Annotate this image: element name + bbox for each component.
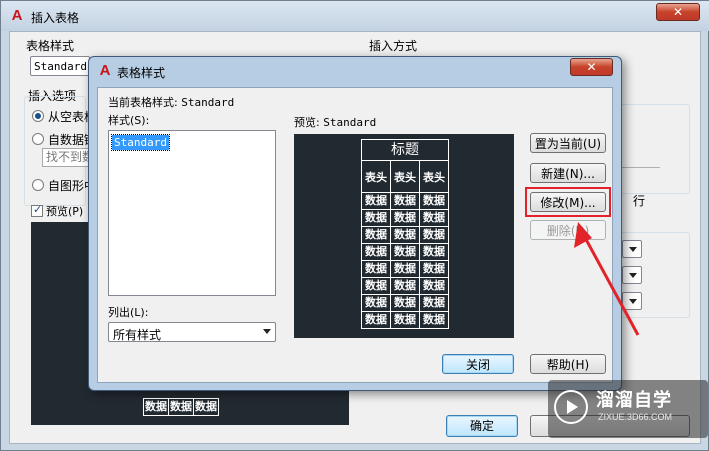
row-label: 行 <box>633 194 646 208</box>
preview-data-cell: 数据 <box>419 243 449 261</box>
list-select-value: 所有样式 <box>113 328 162 342</box>
preview-data-cell: 数据 <box>419 277 449 295</box>
preview-header-cell: 表头 <box>390 160 420 193</box>
radio-from-drawing[interactable] <box>32 179 44 191</box>
preview-data-cell: 数据 <box>361 294 391 312</box>
table-style-select[interactable]: Standard <box>30 56 90 76</box>
chevron-down-icon <box>263 329 271 334</box>
preview-table: 标题 表头 表头 表头 数据 数据 数据 数据 数据 数据 数据 数据 数据 数据 数据 数据 数据 数据… <box>361 139 449 329</box>
preview-data-cell: 数据 <box>390 192 420 210</box>
watermark-url: ZIXUE.3D66.COM <box>598 412 673 422</box>
radio-data-link[interactable] <box>32 133 44 145</box>
preview-data-cell: 数据 <box>390 260 420 278</box>
close-icon[interactable]: ✕ <box>656 3 700 21</box>
data-link-field[interactable]: 找不到数 <box>42 148 92 167</box>
close-button[interactable]: 关闭 <box>442 354 514 374</box>
preview-checkbox[interactable]: ✓ <box>31 203 43 217</box>
preview-value: Standard <box>323 116 377 129</box>
table-style-value: Standard <box>34 60 87 73</box>
preview-row: 数据 数据 数据 <box>361 294 449 312</box>
list-label: 列出(L): <box>108 306 149 319</box>
ok-button[interactable]: 确定 <box>446 415 518 437</box>
play-logo-icon <box>554 390 588 424</box>
preview-data-cell: 数据 <box>390 311 420 329</box>
preview-data-cell: 数据 <box>419 311 449 329</box>
preview-row: 数据 数据 数据 <box>361 311 449 329</box>
preview-data-cell: 数据 <box>419 209 449 227</box>
radio-empty-table[interactable] <box>32 110 44 122</box>
preview-data-cell: 数据 <box>390 209 420 227</box>
table-style-dialog: A 表格样式 ✕ 当前表格样式: Standard 样式(S): Standar… <box>88 56 622 391</box>
preview-data-cell: 数据 <box>361 243 391 261</box>
preview-label: 预览: Standard <box>294 114 376 130</box>
new-button[interactable]: 新建(N)... <box>530 163 606 183</box>
watermark-brand: 溜溜自学 <box>596 390 672 411</box>
preview-row: 数据 数据 数据 <box>361 277 449 295</box>
preview-row: 数据 数据 数据 <box>361 192 449 210</box>
autocad-icon: A <box>99 62 111 79</box>
preview-data-cell: 数据 <box>419 226 449 244</box>
preview-data-cell: 数据 <box>390 294 420 312</box>
autocad-icon: A <box>11 7 23 24</box>
checkmark-icon: ✓ <box>33 203 43 216</box>
close-icon[interactable]: ✕ <box>570 58 613 76</box>
preview-rows: 数据 数据 数据 数据 数据 数据 数据 数据 数据 数据 数据 数据 数据 数据 数据 数据 数据 数据 数据 数据… <box>361 192 449 329</box>
watermark: 溜溜自学 ZIXUE.3D66.COM <box>548 380 708 438</box>
preview-row: 数据 数据 数据 <box>361 209 449 227</box>
preview-caption: 预览: <box>294 116 320 129</box>
preview-data-cell: 数据 <box>361 226 391 244</box>
preview-row: 数据 数据 数据 <box>361 243 449 261</box>
preview-check-label: 预览(P) <box>46 205 84 218</box>
preview-row: 数据 数据 数据 <box>361 226 449 244</box>
annotation-arrow-icon <box>574 222 640 336</box>
help-button[interactable]: 帮助(H) <box>530 354 606 374</box>
modify-button[interactable]: 修改(M)... <box>530 192 606 212</box>
preview-data-cell: 数据 <box>361 192 391 210</box>
outer-preview-table: 数据 数据 数据 <box>143 398 219 416</box>
title-bar: A 插入表格 ✕ <box>1 1 709 31</box>
outer-preview-cell: 数据 <box>168 398 194 416</box>
dialog-body: 当前表格样式: Standard 样式(S): Standard 列出(L): … <box>97 87 613 383</box>
window-title: 插入表格 <box>31 11 80 25</box>
preview-data-cell: 数据 <box>419 192 449 210</box>
preview-data-cell: 数据 <box>361 277 391 295</box>
preview-header-cell: 表头 <box>419 160 449 193</box>
insert-method-label: 插入方式 <box>369 39 418 53</box>
preview-data-cell: 数据 <box>390 226 420 244</box>
current-style-caption: 当前表格样式: <box>108 96 178 109</box>
preview-data-cell: 数据 <box>390 243 420 261</box>
outer-preview-cell: 数据 <box>193 398 219 416</box>
current-style-label: 当前表格样式: Standard <box>108 94 234 110</box>
styles-label: 样式(S): <box>108 114 150 127</box>
table-style-label: 表格样式 <box>26 39 75 53</box>
dialog-title: 表格样式 <box>117 66 166 80</box>
style-preview-pane: 标题 表头 表头 表头 数据 数据 数据 数据 数据 数据 数据 数据 数据 数据 数据 数据 数据 数据… <box>294 134 514 338</box>
preview-data-cell: 数据 <box>419 260 449 278</box>
list-select[interactable]: 所有样式 <box>108 322 276 342</box>
preview-data-cell: 数据 <box>361 209 391 227</box>
style-list[interactable]: Standard <box>108 130 276 296</box>
preview-title-cell: 标题 <box>361 139 449 161</box>
outer-preview-cell: 数据 <box>143 398 169 416</box>
current-style-value: Standard <box>181 96 235 109</box>
preview-data-cell: 数据 <box>361 311 391 329</box>
set-current-button[interactable]: 置为当前(U) <box>530 133 606 153</box>
preview-data-cell: 数据 <box>419 294 449 312</box>
preview-row: 数据 数据 数据 <box>361 260 449 278</box>
preview-data-cell: 数据 <box>390 277 420 295</box>
preview-header-cell: 表头 <box>361 160 391 193</box>
style-list-item[interactable]: Standard <box>111 134 170 151</box>
preview-data-cell: 数据 <box>361 260 391 278</box>
